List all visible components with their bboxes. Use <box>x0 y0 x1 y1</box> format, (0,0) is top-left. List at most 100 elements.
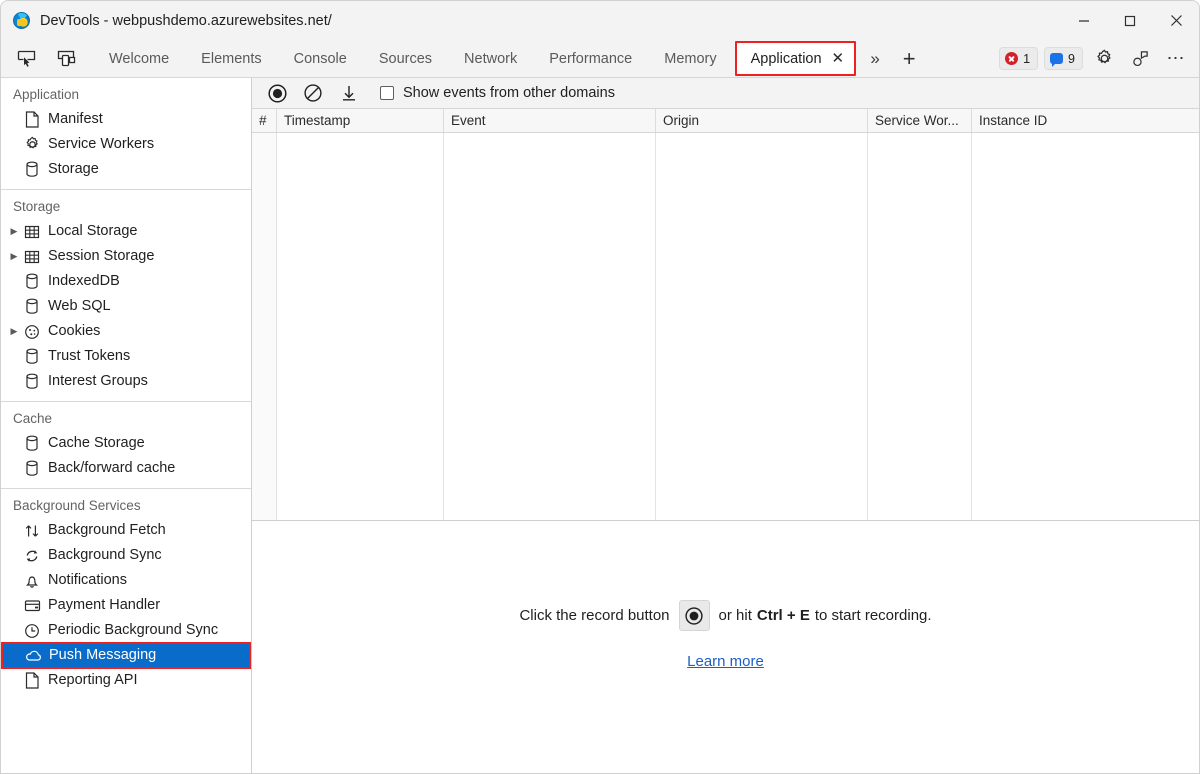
message-count-badge[interactable]: 9 <box>1044 47 1083 70</box>
sidebar-section-cache: Cache ▶ Cache Storage ▶ Back/forward cac… <box>1 402 251 489</box>
export-button[interactable] <box>338 82 360 104</box>
sidebar-section-storage: Storage ▶ Local Storage ▶ Session Storag… <box>1 190 251 402</box>
sidebar-item-label: Trust Tokens <box>48 349 130 364</box>
sidebar-item-notifications[interactable]: ▶ Notifications <box>1 568 251 593</box>
sidebar-item-periodic-background-sync[interactable]: ▶ Periodic Background Sync <box>1 618 251 643</box>
sidebar-item-storage[interactable]: ▶ Storage <box>1 157 251 182</box>
push-messaging-panel: Show events from other domains # Timesta… <box>252 78 1199 774</box>
sync-refresh-icon <box>21 548 43 564</box>
bell-icon <box>21 573 43 589</box>
tool-icon-group <box>1 40 81 77</box>
sidebar-item-service-workers[interactable]: ▶ Service Workers <box>1 132 251 157</box>
tab-network[interactable]: Network <box>448 40 533 77</box>
sidebar-item-push-messaging[interactable]: ▶ Push Messaging <box>2 643 250 668</box>
table-column-origin <box>656 133 868 520</box>
message-bubble-icon <box>1050 53 1063 64</box>
sidebar-item-label: Local Storage <box>48 224 137 239</box>
sidebar-item-manifest[interactable]: ▶ Manifest <box>1 107 251 132</box>
sidebar-item-cookies[interactable]: ▶ Cookies <box>1 319 251 344</box>
tab-list: Welcome Elements Console Sources Network… <box>93 40 858 77</box>
tab-memory[interactable]: Memory <box>648 40 732 77</box>
edge-logo-icon <box>13 12 30 29</box>
section-title: Cache <box>1 402 251 431</box>
sidebar-item-interest-groups[interactable]: ▶ Interest Groups <box>1 369 251 394</box>
sidebar-section-background-services: Background Services ▶ Background Fetch ▶… <box>1 489 251 700</box>
credit-card-icon <box>21 598 43 613</box>
window-title: DevTools - webpushdemo.azurewebsites.net… <box>40 13 332 29</box>
column-header-index[interactable]: # <box>252 109 277 132</box>
sidebar-item-local-storage[interactable]: ▶ Local Storage <box>1 219 251 244</box>
customize-devtools-icon[interactable] <box>1125 45 1155 73</box>
sidebar-item-label: Periodic Background Sync <box>48 623 218 638</box>
sidebar-item-label: Push Messaging <box>49 648 156 663</box>
column-header-service-worker[interactable]: Service Wor... <box>868 109 972 132</box>
more-options-icon[interactable]: ⋯ <box>1161 45 1191 73</box>
sidebar-item-cache-storage[interactable]: ▶ Cache Storage <box>1 431 251 456</box>
sidebar-item-label: Background Fetch <box>48 523 166 538</box>
cookie-icon <box>21 324 43 340</box>
gear-icon <box>21 136 43 153</box>
empty-state-message: Click the record button or hit Ctrl + E … <box>519 600 931 631</box>
sidebar-item-label: Web SQL <box>48 299 111 314</box>
sidebar-item-session-storage[interactable]: ▶ Session Storage <box>1 244 251 269</box>
sidebar-item-indexeddb[interactable]: ▶ IndexedDB <box>1 269 251 294</box>
sidebar-item-background-fetch[interactable]: ▶ Background Fetch <box>1 518 251 543</box>
sidebar-item-reporting-api[interactable]: ▶ Reporting API <box>1 668 251 693</box>
sidebar-item-label: Payment Handler <box>48 598 160 613</box>
add-panel-button[interactable]: + <box>892 40 926 77</box>
sidebar-item-trust-tokens[interactable]: ▶ Trust Tokens <box>1 344 251 369</box>
show-other-domains-checkbox[interactable]: Show events from other domains <box>380 85 615 101</box>
record-circle-icon[interactable] <box>679 600 710 631</box>
window-controls <box>1061 1 1199 40</box>
tab-label: Welcome <box>109 51 169 67</box>
maximize-button[interactable] <box>1107 1 1153 40</box>
database-icon <box>21 460 43 477</box>
close-icon[interactable]: ✕ <box>832 51 845 66</box>
column-header-instance-id[interactable]: Instance ID <box>972 109 1199 132</box>
devtools-body: Application ▶ Manifest ▶ Service Workers <box>1 77 1199 774</box>
clear-button[interactable] <box>302 82 324 104</box>
close-button[interactable] <box>1153 1 1199 40</box>
sidebar-item-label: Storage <box>48 162 99 177</box>
database-icon <box>21 348 43 365</box>
tab-bar-right-group: 1 9 ⋯ <box>999 40 1199 77</box>
tab-label: Network <box>464 51 517 67</box>
table-column-instance-id <box>972 133 1199 520</box>
sidebar-item-background-sync[interactable]: ▶ Background Sync <box>1 543 251 568</box>
panel-toolbar: Show events from other domains <box>252 78 1199 109</box>
tab-welcome[interactable]: Welcome <box>93 40 185 77</box>
device-toolbar-icon[interactable] <box>51 45 81 73</box>
tab-elements[interactable]: Elements <box>185 40 277 77</box>
section-title: Storage <box>1 190 251 219</box>
record-button[interactable] <box>266 82 288 104</box>
sidebar-item-back-forward-cache[interactable]: ▶ Back/forward cache <box>1 456 251 481</box>
chevron-right-icon[interactable]: ▶ <box>7 326 21 337</box>
tab-console[interactable]: Console <box>278 40 363 77</box>
empty-state-suffix: to start recording. <box>815 607 932 624</box>
settings-gear-icon[interactable] <box>1089 45 1119 73</box>
database-icon <box>21 435 43 452</box>
sidebar-item-web-sql[interactable]: ▶ Web SQL <box>1 294 251 319</box>
sidebar-item-label: Cookies <box>48 324 100 339</box>
chevron-right-icon[interactable]: ▶ <box>7 251 21 262</box>
inspect-element-icon[interactable] <box>11 45 41 73</box>
column-header-event[interactable]: Event <box>444 109 656 132</box>
checkbox-box[interactable] <box>380 86 394 100</box>
database-icon <box>21 273 43 290</box>
sidebar-item-label: Back/forward cache <box>48 461 175 476</box>
tab-application[interactable]: Application ✕ <box>735 41 857 76</box>
minimize-button[interactable] <box>1061 1 1107 40</box>
tab-performance[interactable]: Performance <box>533 40 648 77</box>
events-table-header: # Timestamp Event Origin Service Wor... … <box>252 109 1199 133</box>
tab-overflow-button[interactable]: » <box>858 40 892 77</box>
error-count-badge[interactable]: 1 <box>999 47 1038 70</box>
sidebar-item-payment-handler[interactable]: ▶ Payment Handler <box>1 593 251 618</box>
column-header-timestamp[interactable]: Timestamp <box>277 109 444 132</box>
tab-sources[interactable]: Sources <box>363 40 448 77</box>
table-column-service-worker <box>868 133 972 520</box>
chevron-right-icon[interactable]: ▶ <box>7 226 21 237</box>
learn-more-link[interactable]: Learn more <box>687 653 764 670</box>
tab-label: Sources <box>379 51 432 67</box>
column-header-origin[interactable]: Origin <box>656 109 868 132</box>
events-table-body[interactable] <box>252 133 1199 521</box>
